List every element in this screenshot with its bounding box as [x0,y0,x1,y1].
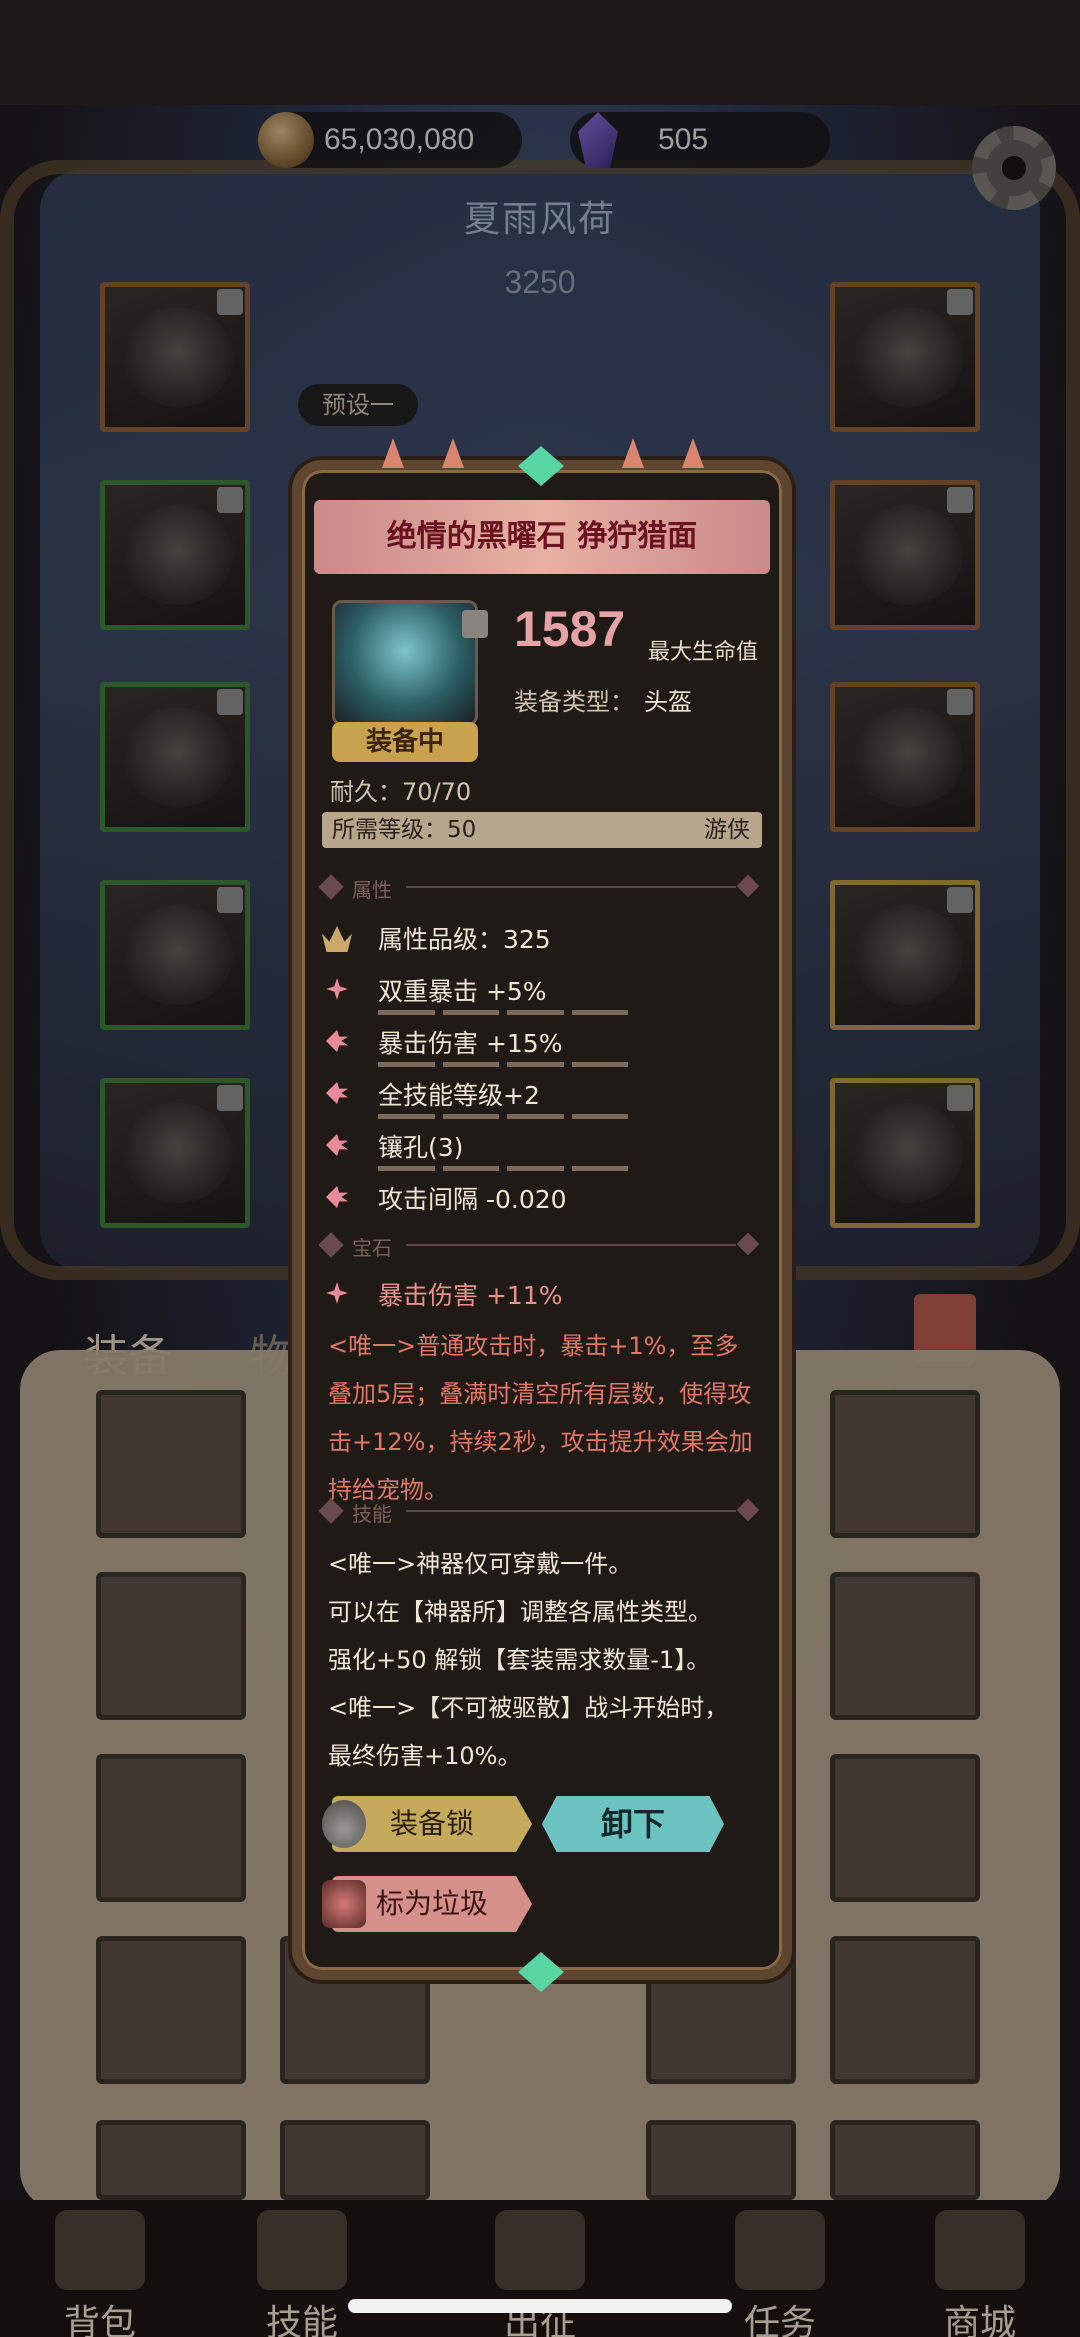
main-stat-value: 1587 [514,601,626,657]
diamond-icon [318,874,344,900]
skill-description: <唯一>神器仅可穿戴一件。 可以在【神器所】调整各属性类型。 强化+50 解锁【… [328,1540,758,1780]
skill-line: 最终伤害+10%。 [328,1742,522,1770]
stat-row: 全技能等级+2 [322,1076,762,1124]
stat-row: 暴击伤害 +15% [322,1024,762,1072]
crown-icon [322,926,352,952]
wing-icon [326,1030,348,1052]
skill-line: 强化+50 解锁【套装需求数量-1】。 [328,1646,711,1674]
item-title: 绝情的黑曜石 狰狞猎面 [314,500,770,574]
section-title: 宝石 [352,1236,392,1260]
gem-stat-text: 暴击伤害 +11% [378,1281,563,1310]
sparkle-icon [326,978,348,1000]
diamond-icon [318,1232,344,1258]
stat-row: 双重暴击 +5% [322,972,762,1020]
item-type-value: 头盔 [644,688,692,716]
divider [406,1244,736,1246]
stat-roll-bar [378,1062,628,1067]
item-type-label: 装备类型： [514,688,634,716]
requirement-bar: 所需等级：50 游侠 [322,812,762,848]
stat-text: 暴击伤害 +15% [378,1029,563,1058]
lock-icon [462,610,488,638]
stat-row: 镶孔(3) [322,1128,762,1176]
stat-roll-bar [378,1114,628,1119]
unequip-button[interactable]: 卸下 [542,1796,724,1852]
section-gems: 宝石 [318,1230,762,1260]
section-skills: 技能 [318,1496,762,1526]
wing-icon [326,1082,348,1104]
stat-row: 攻击间隔 -0.020 [322,1180,762,1228]
padlock-icon [322,1800,366,1848]
home-indicator[interactable] [348,2299,732,2313]
diamond-icon [736,874,760,898]
quality-row: 属性品级：325 [322,920,762,968]
stat-roll-bar [378,1166,628,1171]
unique-effect-text: <唯一>普通攻击时，暴击+1%，至多叠加5层；叠满时清空所有层数，使得攻击+12… [328,1332,753,1504]
divider [406,886,736,888]
wing-icon [326,1134,348,1156]
skill-line: <唯一>【不可被驱散】战斗开始时， [328,1694,729,1722]
gem-stat-row: 暴击伤害 +11% [322,1276,762,1324]
junk-icon [322,1880,366,1928]
stat-text: 镶孔(3) [378,1133,464,1162]
durability: 耐久：70/70 [330,778,472,806]
section-attributes: 属性 [318,872,762,902]
main-stat-label: 最大生命值 [648,640,759,665]
divider [406,1510,736,1512]
sparkle-icon [326,1282,348,1304]
skill-line: <唯一>神器仅可穿戴一件。 [328,1550,633,1578]
skill-line: 可以在【神器所】调整各属性类型。 [328,1598,712,1626]
diamond-icon [318,1498,344,1524]
diamond-icon [736,1232,760,1256]
required-level: 所需等级：50 [332,817,477,843]
section-title: 技能 [352,1502,392,1526]
equipped-badge: 装备中 [332,722,478,762]
quality-text: 属性品级：325 [378,925,551,954]
stat-text: 双重暴击 +5% [378,977,547,1006]
required-class: 游侠 [704,817,750,843]
stat-roll-bar [378,1010,628,1015]
section-title: 属性 [352,878,392,902]
stat-text: 攻击间隔 -0.020 [378,1185,567,1214]
wing-icon [326,1186,348,1208]
helmet-item-icon [332,600,478,726]
item-detail-card: 绝情的黑曜石 狰狞猎面 装备中 1587 最大生命值 装备类型： 头盔 耐久：7… [292,438,792,1992]
stat-text: 全技能等级+2 [378,1081,540,1110]
diamond-icon [736,1498,760,1522]
